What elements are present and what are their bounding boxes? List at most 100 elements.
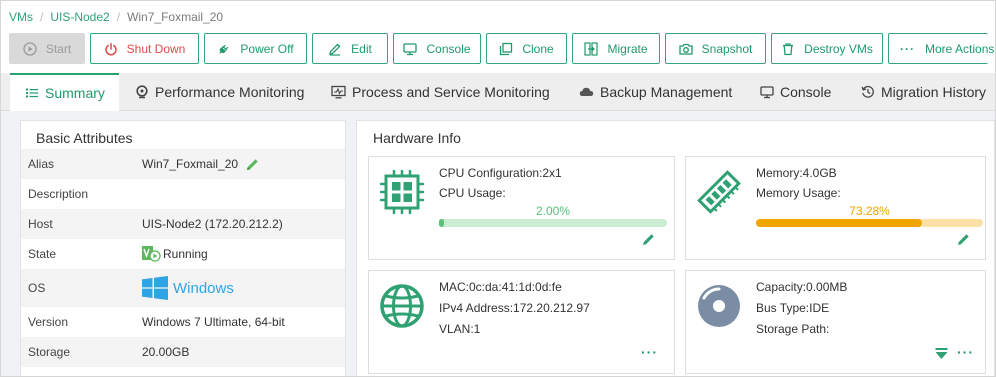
disk-capacity: Capacity:0.00MB bbox=[756, 280, 848, 294]
start-label: Start bbox=[45, 41, 72, 56]
eject-icon[interactable] bbox=[935, 348, 948, 360]
disk-card: Capacity:0.00MB Bus Type:IDE Storage Pat… bbox=[685, 270, 986, 374]
attr-value-alias: Win7_Foxmail_20 bbox=[142, 157, 260, 172]
attr-key: Storage bbox=[28, 345, 71, 359]
attr-key: Description bbox=[28, 187, 89, 201]
power-off-button[interactable]: Power Off bbox=[204, 33, 307, 64]
cpu-usage-bar bbox=[439, 219, 667, 227]
os-value: Windows bbox=[173, 279, 234, 297]
breadcrumb-current-vm: Win7_Foxmail_20 bbox=[127, 10, 224, 24]
tab-migration-history[interactable]: Migration History bbox=[860, 73, 986, 111]
attr-row-host: Host UIS-Node2 (172.20.212.2) bbox=[21, 209, 345, 239]
clone-button[interactable]: Clone bbox=[486, 33, 567, 64]
power-off-label: Power Off bbox=[240, 41, 294, 56]
network-more-icon[interactable]: ··· bbox=[641, 344, 658, 360]
destroy-vms-button[interactable]: Destroy VMs bbox=[771, 33, 883, 64]
start-button[interactable]: Start bbox=[9, 33, 85, 64]
camera-icon bbox=[678, 42, 693, 56]
tab-summary[interactable]: Summary bbox=[10, 73, 119, 111]
history-icon bbox=[860, 85, 875, 100]
cpu-usage-percent: 2.00% bbox=[535, 204, 571, 218]
tab-process-label: Process and Service Monitoring bbox=[352, 84, 550, 100]
running-status-icon bbox=[142, 246, 161, 262]
edit-alias-icon[interactable] bbox=[245, 157, 260, 172]
shutdown-label: Shut Down bbox=[126, 41, 186, 56]
monitor-icon bbox=[403, 42, 418, 56]
state-value: Running bbox=[163, 247, 208, 261]
edit-button[interactable]: Edit bbox=[312, 33, 388, 64]
breadcrumb: VMs / UIS-Node2 / Win7_Foxmail_20 bbox=[9, 9, 223, 25]
memory-usage-bar bbox=[756, 219, 983, 227]
tab-bar: Summary Performance Monitoring Process a… bbox=[1, 73, 995, 111]
hardware-info-title: Hardware Info bbox=[373, 130, 461, 146]
attr-key: Host bbox=[28, 217, 53, 231]
attr-row-alias: Alias Win7_Foxmail_20 bbox=[21, 149, 345, 179]
attr-key: Alias bbox=[28, 157, 55, 171]
screen-chart-icon bbox=[331, 85, 346, 100]
play-icon bbox=[23, 41, 37, 56]
basic-attributes-title: Basic Attributes bbox=[36, 130, 133, 146]
summary-content: Basic Attributes Alias Win7_Foxmail_20 D… bbox=[1, 111, 995, 376]
trash-icon bbox=[781, 42, 795, 56]
edit-cpu-icon[interactable] bbox=[641, 232, 656, 247]
attr-row-version: Version Windows 7 Ultimate, 64-bit bbox=[21, 307, 345, 337]
monitor-icon bbox=[759, 85, 774, 100]
tab-performance-label: Performance Monitoring bbox=[155, 84, 305, 100]
globe-icon bbox=[379, 283, 425, 329]
migrate-label: Migrate bbox=[607, 41, 648, 56]
attr-value-os: Windows bbox=[142, 276, 234, 300]
attr-row-storage: Storage 20.00GB bbox=[21, 337, 345, 367]
host-value: UIS-Node2 (172.20.212.2) bbox=[142, 217, 283, 231]
more-actions-label: More Actions bbox=[925, 41, 995, 56]
destroy-vms-label: Destroy VMs bbox=[804, 41, 873, 56]
tab-backup-management[interactable]: Backup Management bbox=[579, 73, 732, 111]
breadcrumb-host[interactable]: UIS-Node2 bbox=[50, 10, 109, 24]
vm-summary-window: VMs / UIS-Node2 / Win7_Foxmail_20 Start … bbox=[0, 0, 996, 377]
more-dots-icon: ··· bbox=[900, 41, 915, 56]
disk-more-icon[interactable]: ··· bbox=[957, 344, 974, 360]
tab-backup-label: Backup Management bbox=[600, 84, 733, 100]
tab-process-service-monitoring[interactable]: Process and Service Monitoring bbox=[331, 73, 550, 111]
power-icon bbox=[104, 42, 118, 56]
attr-key: Version bbox=[28, 315, 69, 329]
action-toolbar: Start Shut Down Power Off Edit Console C… bbox=[9, 33, 994, 64]
breadcrumb-vms[interactable]: VMs bbox=[9, 10, 33, 24]
hardware-info-panel: Hardware Info CPU Configuration:2x1 CPU … bbox=[356, 120, 995, 376]
list-icon bbox=[24, 86, 39, 101]
tab-summary-label: Summary bbox=[45, 85, 105, 101]
edit-memory-icon[interactable] bbox=[956, 232, 971, 247]
windows-logo-icon bbox=[142, 276, 168, 300]
snapshot-button[interactable]: Snapshot bbox=[665, 33, 766, 64]
shutdown-button[interactable]: Shut Down bbox=[90, 33, 199, 64]
cpu-configuration: CPU Configuration:2x1 bbox=[439, 166, 562, 180]
memory-module-icon bbox=[696, 169, 742, 215]
gauge-icon bbox=[134, 85, 149, 100]
attr-row-description: Description bbox=[21, 179, 345, 209]
network-mac: MAC:0c:da:41:1d:0d:fe bbox=[439, 280, 562, 294]
memory-size: Memory:4.0GB bbox=[756, 166, 837, 180]
version-value: Windows 7 Ultimate, 64-bit bbox=[142, 315, 285, 329]
more-actions-button[interactable]: ··· More Actions bbox=[888, 33, 994, 64]
migrate-button[interactable]: Migrate bbox=[572, 33, 660, 64]
tab-console[interactable]: Console bbox=[759, 73, 831, 111]
network-ipv4: IPv4 Address:172.20.212.97 bbox=[439, 301, 590, 315]
clone-label: Clone bbox=[522, 41, 554, 56]
attr-row-os: OS Windows bbox=[21, 269, 345, 307]
plug-icon bbox=[217, 42, 231, 56]
migrate-icon bbox=[584, 41, 599, 56]
basic-attributes-panel: Basic Attributes Alias Win7_Foxmail_20 D… bbox=[20, 120, 346, 376]
attr-row-state: State Running bbox=[21, 239, 345, 269]
memory-usage-bar-fill bbox=[756, 219, 923, 227]
tab-performance-monitoring[interactable]: Performance Monitoring bbox=[134, 73, 304, 111]
console-button[interactable]: Console bbox=[393, 33, 481, 64]
edit-label: Edit bbox=[351, 41, 372, 56]
breadcrumb-separator: / bbox=[40, 10, 44, 24]
cloud-icon bbox=[579, 85, 594, 100]
console-label: Console bbox=[426, 41, 471, 56]
cpu-chip-icon bbox=[379, 169, 425, 215]
pencil-icon bbox=[328, 42, 342, 56]
snapshot-label: Snapshot bbox=[701, 41, 753, 56]
attr-key: OS bbox=[28, 281, 46, 295]
tab-migration-label: Migration History bbox=[881, 84, 987, 100]
cpu-card: CPU Configuration:2x1 CPU Usage: 2.00% bbox=[368, 156, 675, 260]
